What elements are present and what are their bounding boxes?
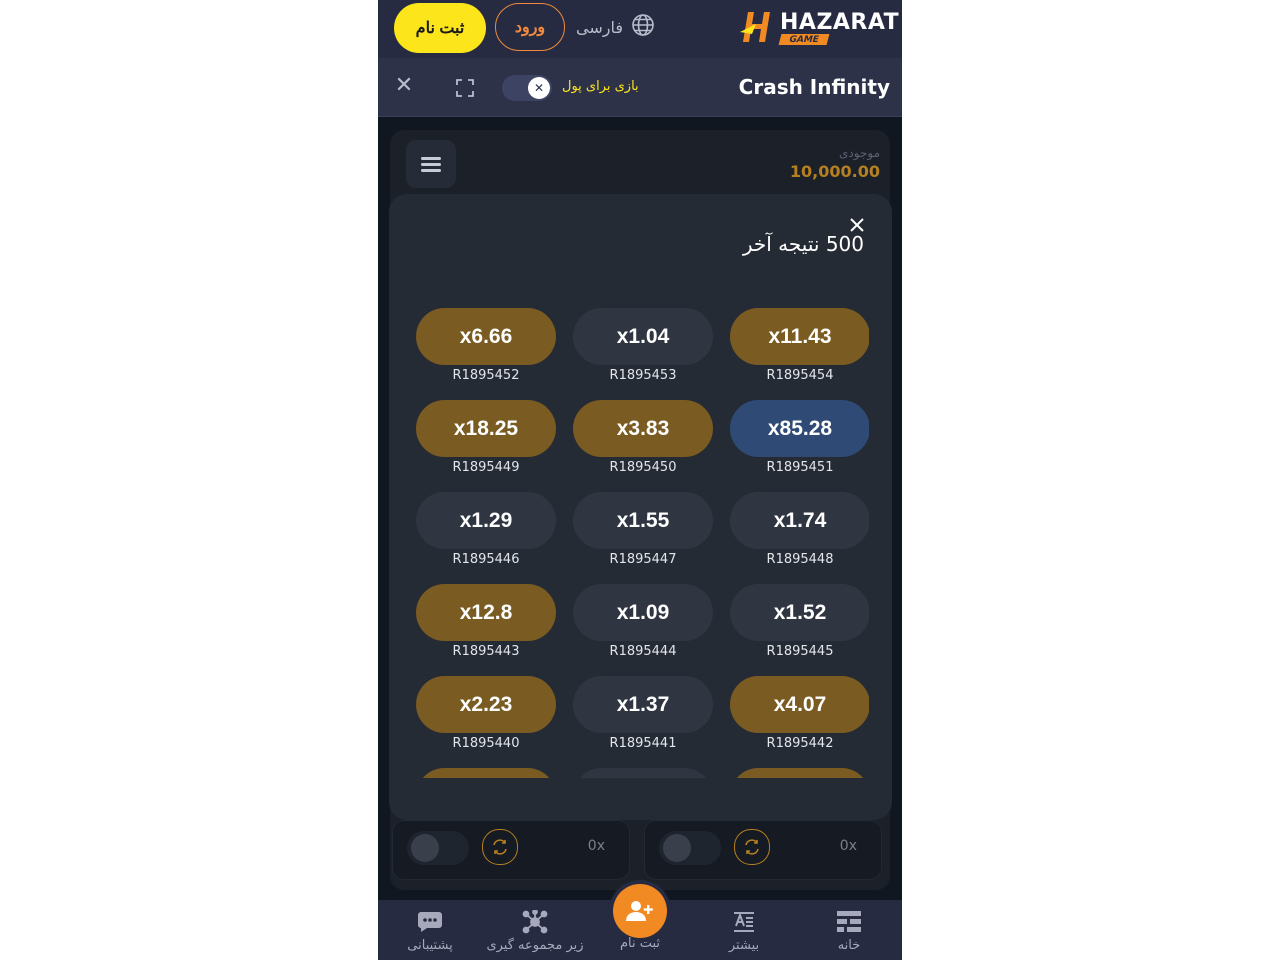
swap-icon[interactable] [482,829,518,865]
nav-item-support[interactable]: پشتیبانی [380,910,480,960]
add-user-icon [626,901,653,921]
game-header: ✕ ✕ بازی برای پول Crash Infinity [378,58,902,117]
close-game-button[interactable]: ✕ [394,75,414,97]
result-item: x12.8 R1895443 [416,584,556,658]
language-selector[interactable]: فارسی [576,12,655,42]
result-item: x1.04 R1895453 [573,308,713,382]
game-title: Crash Infinity [738,75,890,99]
menu-button[interactable] [406,140,456,188]
language-label: فارسی [576,17,623,37]
nav-item-more[interactable]: بیشتر [694,910,794,960]
balance-value: 10,000.00 [789,162,880,181]
nav-item-referral[interactable]: زیر مجموعه گیری [485,910,585,960]
auto-bet-toggle[interactable] [659,831,721,865]
real-money-toggle[interactable]: ✕ [502,75,552,101]
result-item: x18.25 R1895449 [416,400,556,474]
result-multiplier-pill[interactable]: x1.37 [573,676,713,733]
nav-label: خانه [837,938,861,953]
logo-subtext: GAME [778,34,830,45]
real-money-label: بازی برای پول [562,79,639,94]
top-bar: ثبت نام ورود فارسی HAZARAT GAME [378,0,902,58]
toggle-close-icon: ✕ [528,77,550,99]
result-item: x1.09 R1895444 [573,584,713,658]
more-list-icon [732,910,756,934]
result-item: x6.66 R1895452 [416,308,556,382]
result-item: x2.23 R1895440 [416,676,556,750]
result-item: x11.43 R1895454 [730,308,869,382]
result-multiplier-pill[interactable]: x1.29 [416,492,556,549]
result-item: x1.29 R1895446 [416,492,556,566]
register-fab-button[interactable] [613,884,667,938]
result-item: x3.83 R1895450 [573,400,713,474]
nav-label: پشتیبانی [407,938,453,953]
result-multiplier-pill[interactable]: x2.23 [416,676,556,733]
result-multiplier-pill[interactable]: x1.09 [573,584,713,641]
result-multiplier-pill[interactable] [416,768,556,778]
balance-label: موجودی [839,146,880,160]
result-item: x4.07 R1895442 [730,676,869,750]
home-grid-icon [837,910,861,934]
bet-panel-right: 0x [644,820,882,880]
auto-cashout-value: 0x [587,838,605,854]
result-multiplier-pill[interactable] [730,768,869,778]
nav-label: بیشتر [728,938,760,953]
result-multiplier-pill[interactable]: x12.8 [416,584,556,641]
chat-icon [417,910,443,934]
result-item: x1.55 R1895447 [573,492,713,566]
results-grid: x6.66 R1895452 x1.04 R1895453 x11.43 R1895454… [416,308,869,778]
hamburger-icon [421,157,441,160]
auto-cashout-value: 0x [839,838,857,854]
brand-logo[interactable]: HAZARAT GAME [738,8,899,48]
login-button[interactable]: ورود [495,3,565,51]
swap-icon[interactable] [734,829,770,865]
result-multiplier-pill[interactable]: x18.25 [416,400,556,457]
result-multiplier-pill[interactable]: x3.83 [573,400,713,457]
result-item: x1.74 R1895448 [730,492,869,566]
result-item [416,768,556,778]
result-multiplier-pill[interactable]: x6.66 [416,308,556,365]
nav-item-home[interactable]: خانه [799,910,899,960]
result-multiplier-pill[interactable]: x4.07 [730,676,869,733]
result-multiplier-pill[interactable]: x1.55 [573,492,713,549]
nav-label-register: ثبت نام [619,936,661,951]
auto-bet-toggle[interactable] [407,831,469,865]
logo-h-icon [740,12,770,42]
network-icon [522,910,548,934]
fullscreen-icon[interactable] [456,79,474,97]
result-multiplier-pill[interactable]: x1.52 [730,584,869,641]
register-button[interactable]: ثبت نام [394,3,486,53]
result-multiplier-pill[interactable]: x85.28 [730,400,869,457]
results-modal: 500 نتیجه آخر x6.66 R1895452 x1.04 R1895453… [389,194,892,820]
result-multiplier-pill[interactable]: x1.04 [573,308,713,365]
result-item [730,768,869,778]
result-multiplier-pill[interactable] [573,768,713,778]
result-item [573,768,713,778]
result-multiplier-pill[interactable]: x11.43 [730,308,869,365]
result-item: x1.52 R1895445 [730,584,869,658]
modal-title: 500 نتیجه آخر [742,232,864,256]
nav-label: زیر مجموعه گیری [486,938,584,953]
globe-icon [631,13,655,41]
bet-panel-left: 0x [392,820,630,880]
logo-text: HAZARAT [780,10,900,35]
result-item: x1.37 R1895441 [573,676,713,750]
result-multiplier-pill[interactable]: x1.74 [730,492,869,549]
result-item: x85.28 R1895451 [730,400,869,474]
phone-frame: ثبت نام ورود فارسی HAZARAT GAME ✕ ✕ بازی… [378,0,902,960]
